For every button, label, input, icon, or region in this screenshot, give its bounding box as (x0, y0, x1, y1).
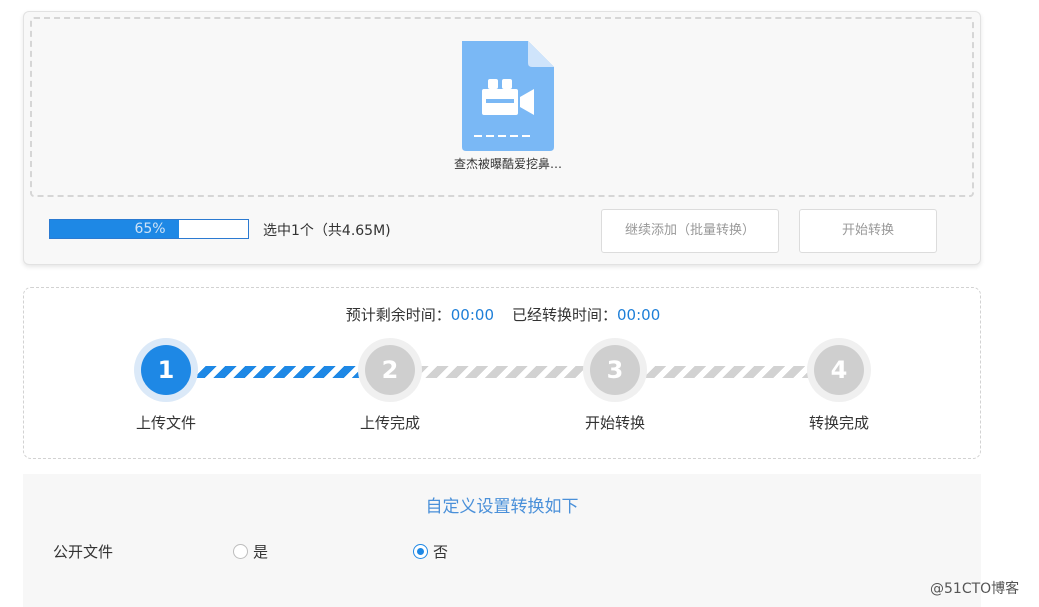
step-3-number: 3 (590, 345, 640, 395)
step-4-number: 4 (814, 345, 864, 395)
radio-circle-icon[interactable] (413, 544, 428, 559)
step-3: 3 (583, 338, 647, 402)
upload-card: 查杰被曝酷爱挖鼻… 65% 选中1个（共4.65M) 继续添加（批量转换） 开始… (23, 11, 981, 265)
file-drop-zone[interactable]: 查杰被曝酷爱挖鼻… (30, 17, 974, 197)
selected-file-info: 选中1个（共4.65M) (263, 223, 391, 239)
file-name: 查杰被曝酷爱挖鼻… (453, 157, 562, 171)
public-yes-radio[interactable]: 是 (233, 541, 268, 562)
remaining-time-value: 00:00 (450, 306, 494, 324)
public-yes-label: 是 (253, 543, 269, 561)
continue-add-button[interactable]: 继续添加（批量转换） (601, 209, 779, 253)
step-1-number: 1 (141, 345, 191, 395)
settings-title: 自定义设置转换如下 (425, 497, 579, 517)
public-no-radio[interactable]: 否 (413, 541, 448, 562)
elapsed-time-value: 00:00 (617, 306, 661, 324)
remaining-time-label: 预计剩余时间： (345, 306, 451, 324)
step-3-label: 开始转换 (584, 414, 645, 432)
radio-circle-icon[interactable] (233, 544, 248, 559)
video-file-icon[interactable] (458, 41, 558, 151)
conversion-steps-card: 预计剩余时间：00:00 已经转换时间：00:00 1 2 3 4 上传文件 上传… (23, 287, 981, 459)
time-info: 预计剩余时间：00:00 已经转换时间：00:00 (24, 304, 982, 325)
custom-settings-panel: 自定义设置转换如下 公开文件 是 否 (23, 474, 981, 607)
public-no-label: 否 (433, 543, 449, 561)
step-4: 4 (807, 338, 871, 402)
public-file-label: 公开文件 (53, 543, 114, 561)
step-1-label: 上传文件 (135, 414, 196, 432)
step-2-label: 上传完成 (359, 414, 420, 432)
progress-percent: 65% (134, 221, 166, 237)
step-2-number: 2 (365, 345, 415, 395)
step-2: 2 (358, 338, 422, 402)
upload-progress-bar: 65% (49, 219, 249, 239)
start-convert-button[interactable]: 开始转换 (799, 209, 937, 253)
watermark: @51CTO博客 (930, 581, 1020, 597)
step-1: 1 (134, 338, 198, 402)
step-4-label: 转换完成 (808, 414, 869, 432)
elapsed-time-label: 已经转换时间： (512, 306, 618, 324)
